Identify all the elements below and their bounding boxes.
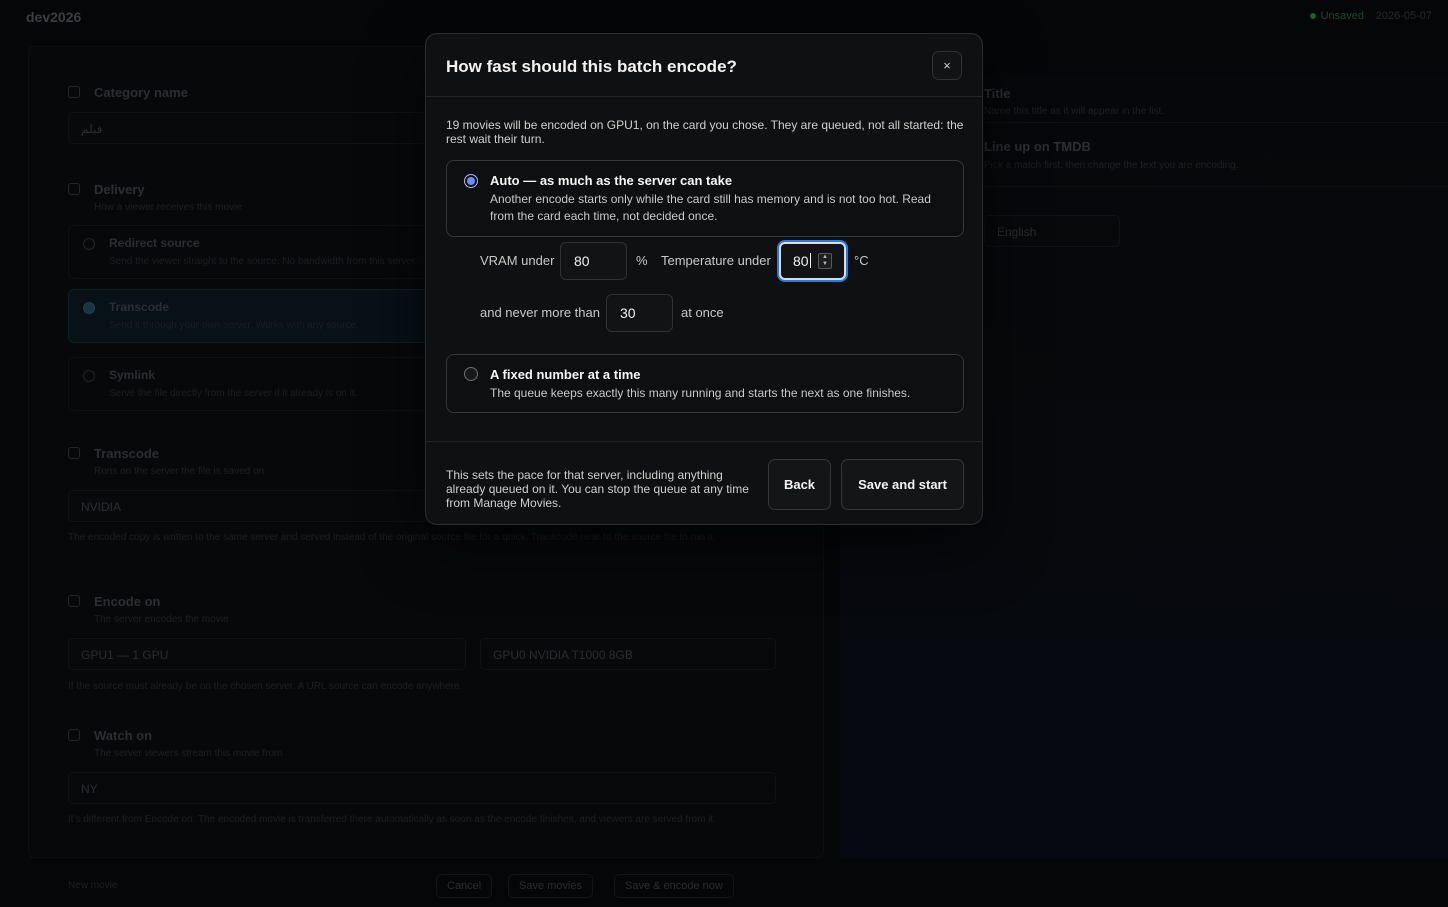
option-fixed-title: A fixed number at a time bbox=[490, 367, 641, 382]
option-fixed[interactable]: A fixed number at a time The queue keeps… bbox=[446, 354, 964, 413]
watch-on-subtitle: The server viewers stream this movie fro… bbox=[94, 748, 283, 759]
delivery-option-symlink[interactable]: Symlink Serve the file directly from the… bbox=[68, 357, 468, 411]
section-transcode: Transcode bbox=[68, 446, 159, 461]
cpu-icon bbox=[68, 447, 80, 459]
encode-speed-dialog: How fast should this batch encode? × 19 … bbox=[425, 33, 983, 525]
delivery-icon bbox=[68, 183, 80, 195]
category-name-input[interactable]: فيلم bbox=[68, 112, 468, 144]
clock-text: 2026-05-07 bbox=[1375, 10, 1432, 22]
dialog-header: How fast should this batch encode? × bbox=[426, 34, 982, 97]
encode-note: If the source must already be on the cho… bbox=[68, 681, 463, 692]
section-encode-on: Encode on bbox=[68, 594, 160, 609]
play-icon bbox=[68, 729, 80, 741]
section-category-name: Category name bbox=[68, 85, 188, 100]
option-auto[interactable]: Auto — as much as the server can take An… bbox=[446, 160, 964, 237]
radio-symlink[interactable] bbox=[83, 370, 95, 382]
close-button[interactable]: × bbox=[932, 51, 962, 80]
encode-card-select[interactable]: GPU0 NVIDIA T1000 8GB bbox=[480, 638, 776, 670]
tag-icon bbox=[68, 86, 80, 98]
bg-save-encode-button[interactable]: Save & encode now bbox=[614, 874, 734, 898]
delivery-option-redirect[interactable]: Redirect source Send the viewer straight… bbox=[68, 225, 468, 279]
vram-input[interactable]: 80 bbox=[560, 242, 627, 280]
radio-redirect[interactable] bbox=[83, 238, 95, 250]
section-watch-on: Watch on bbox=[68, 728, 152, 743]
right-tmdb-heading: Line up on TMDB bbox=[984, 139, 1091, 154]
option-auto-title: Auto — as much as the server can take bbox=[490, 173, 733, 188]
dialog-title: How fast should this batch encode? bbox=[446, 57, 737, 76]
status-badge: Unsaved bbox=[1309, 10, 1364, 22]
option-fixed-description: The queue keeps exactly this many runnin… bbox=[490, 386, 911, 400]
footer-note: This sets the pace for that server, incl… bbox=[446, 468, 749, 510]
back-button[interactable]: Back bbox=[768, 459, 831, 510]
watch-on-select[interactable]: NY bbox=[68, 772, 776, 804]
encode-on-subtitle: The server encodes the movie bbox=[94, 614, 229, 625]
transcode-note: The encoded copy is written to the same … bbox=[68, 532, 716, 543]
section-delivery: Delivery bbox=[68, 182, 145, 197]
right-title-subtitle: Name this title as it will appear in the… bbox=[984, 106, 1165, 117]
radio-auto[interactable] bbox=[464, 174, 478, 188]
new-movie-text: New movie bbox=[68, 880, 118, 891]
delivery-subtitle: How a viewer receives this movie bbox=[94, 202, 242, 213]
bg-save-movies-button[interactable]: Save movies bbox=[508, 874, 593, 898]
encode-server-select[interactable]: GPU1 — 1 GPU bbox=[68, 638, 466, 670]
temperature-input[interactable]: 80 ▲ ▼ bbox=[779, 242, 846, 280]
transcode-subtitle: Runs on the server the file is saved on bbox=[94, 466, 265, 477]
right-tmdb-subtitle: Pick a match first, then change the text… bbox=[984, 160, 1239, 171]
number-spinner-icon[interactable]: ▲ ▼ bbox=[818, 253, 832, 269]
max-concurrent-input[interactable]: 30 bbox=[606, 294, 673, 332]
max-concurrent-suffix: at once bbox=[681, 305, 724, 320]
option-auto-description: Another encode starts only while the car… bbox=[490, 192, 931, 223]
watch-note: It's different from Encode on. The encod… bbox=[68, 814, 716, 825]
radio-fixed[interactable] bbox=[464, 367, 478, 381]
temperature-label: Temperature under bbox=[661, 253, 771, 268]
language-select[interactable]: English bbox=[984, 215, 1120, 247]
vram-label: VRAM under bbox=[480, 253, 555, 268]
save-and-start-button[interactable]: Save and start bbox=[841, 459, 964, 510]
dialog-intro: 19 movies will be encoded on GPU1, on th… bbox=[446, 118, 964, 146]
app-logo: dev2026 bbox=[26, 9, 82, 25]
radio-transcode[interactable] bbox=[83, 302, 95, 314]
status-dot-icon bbox=[1309, 13, 1316, 20]
text-caret bbox=[809, 253, 811, 268]
dialog-footer: This sets the pace for that server, incl… bbox=[426, 441, 982, 526]
vram-unit: % bbox=[636, 253, 648, 268]
temperature-unit: °C bbox=[854, 253, 869, 268]
close-icon: × bbox=[943, 58, 951, 73]
max-concurrent-prefix: and never more than bbox=[480, 305, 600, 320]
bg-cancel-button[interactable]: Cancel bbox=[436, 874, 493, 898]
server-icon bbox=[68, 595, 80, 607]
delivery-option-transcode[interactable]: Transcode Send it through your own serve… bbox=[68, 289, 468, 343]
right-title-heading: Title bbox=[984, 86, 1011, 101]
